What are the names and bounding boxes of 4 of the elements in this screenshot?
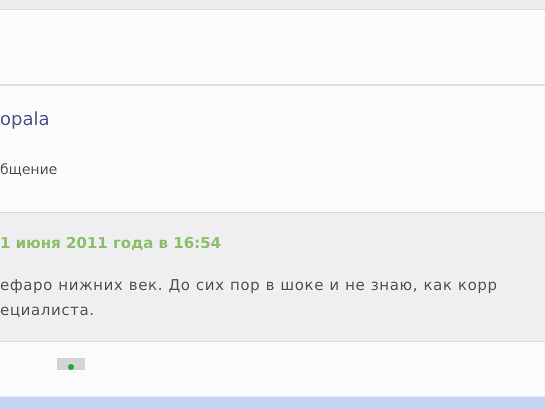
subtitle-text: бщение	[0, 161, 58, 180]
post-date: 1 июня 2011 года в 16:54	[0, 233, 222, 253]
author-link[interactable]: opala	[0, 108, 50, 132]
post-text: ефаро нижних век. До сих пор в шоке и не знаю, как корр ециалиста.	[0, 275, 499, 321]
